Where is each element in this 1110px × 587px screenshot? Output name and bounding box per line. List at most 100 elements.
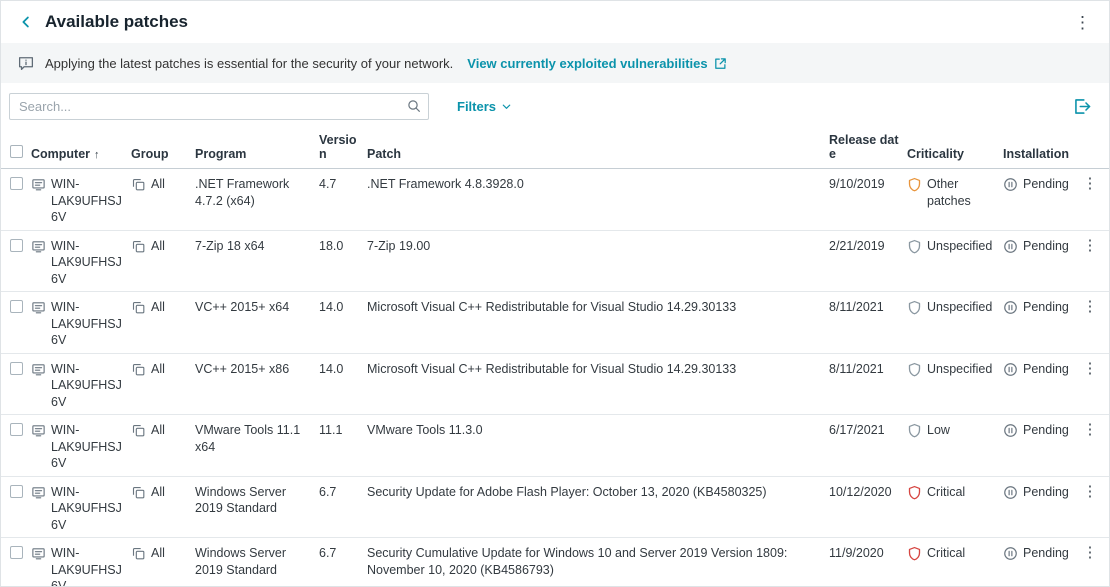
- criticality-shield-icon: [907, 177, 922, 209]
- computer-name: WIN-LAK9UFHSJ6V: [51, 176, 123, 226]
- select-all-cell: [1, 144, 31, 161]
- row-checkbox[interactable]: [10, 423, 23, 436]
- row-checkbox[interactable]: [10, 300, 23, 313]
- program-cell: VC++ 2015+ x86: [195, 361, 319, 378]
- installation-status: Pending: [1023, 484, 1069, 501]
- row-menu-icon[interactable]: ⋮: [1083, 544, 1098, 561]
- table-body: WIN-LAK9UFHSJ6V All .NET Framework 4.7.2…: [1, 169, 1109, 587]
- sort-ascending-icon: ↑: [94, 149, 100, 161]
- external-link-icon[interactable]: [713, 56, 728, 71]
- chevron-left-icon: [17, 13, 35, 31]
- row-checkbox[interactable]: [10, 177, 23, 190]
- group-icon: [131, 362, 146, 378]
- patch-cell: Microsoft Visual C++ Redistributable for…: [367, 361, 829, 378]
- group-name: All: [151, 545, 165, 562]
- pending-icon: [1003, 362, 1018, 378]
- column-header-program[interactable]: Program: [195, 147, 319, 161]
- computer-cell: WIN-LAK9UFHSJ6V: [31, 545, 131, 587]
- patch-cell: Security Cumulative Update for Windows 1…: [367, 545, 829, 578]
- program-cell: Windows Server 2019 Standard: [195, 545, 319, 578]
- column-header-criticality[interactable]: Criticality: [907, 147, 1003, 161]
- filters-button[interactable]: Filters: [457, 99, 512, 114]
- row-menu-icon[interactable]: ⋮: [1083, 483, 1098, 500]
- row-menu-icon[interactable]: ⋮: [1083, 237, 1098, 254]
- release-date-cell: 10/12/2020: [829, 484, 907, 501]
- pending-icon: [1003, 423, 1018, 439]
- table-row: WIN-LAK9UFHSJ6V All VC++ 2015+ x86 14.0 …: [1, 354, 1109, 416]
- chevron-down-icon: [501, 101, 512, 112]
- row-select-cell: [1, 545, 31, 564]
- computer-cell: WIN-LAK9UFHSJ6V: [31, 422, 131, 472]
- row-checkbox[interactable]: [10, 546, 23, 559]
- installation-cell: Pending: [1003, 422, 1079, 439]
- installation-cell: Pending: [1003, 484, 1079, 501]
- computer-icon: [31, 423, 46, 472]
- column-header-patch[interactable]: Patch: [367, 147, 829, 161]
- row-menu-icon[interactable]: ⋮: [1083, 175, 1098, 192]
- available-patches-page: Available patches ⋮ Applying the latest …: [0, 0, 1110, 587]
- version-cell: 14.0: [319, 299, 367, 316]
- table-row: WIN-LAK9UFHSJ6V All .NET Framework 4.7.2…: [1, 169, 1109, 231]
- column-header-installation[interactable]: Installation: [1003, 147, 1079, 161]
- computer-cell: WIN-LAK9UFHSJ6V: [31, 176, 131, 226]
- row-actions-cell: ⋮: [1079, 545, 1109, 562]
- row-actions-cell: ⋮: [1079, 361, 1109, 378]
- row-actions-cell: ⋮: [1079, 422, 1109, 439]
- version-cell: 14.0: [319, 361, 367, 378]
- installation-cell: Pending: [1003, 361, 1079, 378]
- overflow-menu-icon[interactable]: ⋮: [1070, 12, 1095, 33]
- computer-icon: [31, 239, 46, 288]
- patch-cell: .NET Framework 4.8.3928.0: [367, 176, 829, 193]
- computer-icon: [31, 362, 46, 411]
- search-icon: [406, 98, 422, 119]
- row-menu-icon[interactable]: ⋮: [1083, 421, 1098, 438]
- column-header-release-date[interactable]: Release date: [829, 133, 907, 161]
- column-header-group[interactable]: Group: [131, 147, 195, 161]
- exploited-vulnerabilities-link[interactable]: View currently exploited vulnerabilities: [467, 56, 707, 71]
- export-icon[interactable]: [1072, 96, 1093, 117]
- title-bar: Available patches ⋮: [1, 1, 1109, 43]
- row-menu-icon[interactable]: ⋮: [1083, 360, 1098, 377]
- patch-cell: VMware Tools 11.3.0: [367, 422, 829, 439]
- group-cell: All: [131, 484, 195, 501]
- release-date-cell: 8/11/2021: [829, 299, 907, 316]
- criticality-shield-icon: [907, 239, 922, 255]
- version-cell: 6.7: [319, 484, 367, 501]
- column-header-computer[interactable]: Computer↑: [31, 147, 131, 161]
- back-button[interactable]: [15, 11, 37, 33]
- criticality-label: Critical: [927, 545, 965, 562]
- computer-name: WIN-LAK9UFHSJ6V: [51, 484, 123, 534]
- criticality-label: Other patches: [927, 176, 995, 209]
- group-name: All: [151, 484, 165, 501]
- computer-icon: [31, 546, 46, 587]
- computer-name: WIN-LAK9UFHSJ6V: [51, 422, 123, 472]
- pending-icon: [1003, 546, 1018, 562]
- search-input[interactable]: [9, 93, 429, 120]
- select-all-checkbox[interactable]: [10, 145, 23, 158]
- column-header-version[interactable]: Version: [319, 133, 367, 161]
- row-select-cell: [1, 484, 31, 503]
- computer-cell: WIN-LAK9UFHSJ6V: [31, 238, 131, 288]
- row-select-cell: [1, 176, 31, 195]
- table-row: WIN-LAK9UFHSJ6V All VMware Tools 11.1 x6…: [1, 415, 1109, 477]
- group-cell: All: [131, 238, 195, 255]
- release-date-cell: 6/17/2021: [829, 422, 907, 439]
- installation-status: Pending: [1023, 361, 1069, 378]
- row-checkbox[interactable]: [10, 239, 23, 252]
- installation-status: Pending: [1023, 299, 1069, 316]
- row-checkbox[interactable]: [10, 485, 23, 498]
- patch-cell: Security Update for Adobe Flash Player: …: [367, 484, 829, 501]
- release-date-cell: 9/10/2019: [829, 176, 907, 193]
- computer-cell: WIN-LAK9UFHSJ6V: [31, 361, 131, 411]
- patches-table: Computer↑ Group Program Version Patch Re…: [1, 129, 1109, 587]
- criticality-cell: Unspecified: [907, 238, 1003, 255]
- row-menu-icon[interactable]: ⋮: [1083, 298, 1098, 315]
- program-cell: Windows Server 2019 Standard: [195, 484, 319, 517]
- row-actions-cell: ⋮: [1079, 238, 1109, 255]
- pending-icon: [1003, 239, 1018, 255]
- group-icon: [131, 546, 146, 562]
- criticality-cell: Other patches: [907, 176, 1003, 209]
- installation-cell: Pending: [1003, 299, 1079, 316]
- row-checkbox[interactable]: [10, 362, 23, 375]
- filters-label: Filters: [457, 99, 496, 114]
